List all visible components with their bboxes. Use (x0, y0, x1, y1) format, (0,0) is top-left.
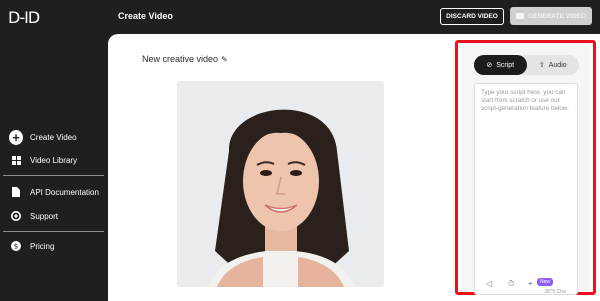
plus-circle-icon: + (9, 130, 23, 145)
tab-label: Audio (548, 61, 567, 69)
tab-label: Script (496, 61, 515, 69)
avatar-image[interactable] (177, 81, 384, 287)
video-title[interactable]: New creative video ✎ (142, 54, 228, 64)
script-panel: ⊘ Script ⇧ Audio Type your script here, … (462, 46, 590, 295)
sidebar-item-api-documentation[interactable]: API Documentation (9, 187, 99, 197)
magic-wand-icon[interactable]: ⌖ (528, 279, 533, 289)
pencil-icon[interactable]: ✎ (221, 55, 228, 64)
upload-icon: ⇧ (538, 62, 545, 69)
script-audio-tabs: ⊘ Script ⇧ Audio (474, 55, 579, 75)
sidebar-item-label: Support (30, 211, 59, 221)
sidebar-divider (3, 231, 104, 232)
discard-video-button[interactable]: DISCARD VIDEO (440, 8, 504, 25)
script-icon: ⊘ (486, 62, 493, 69)
sidebar-item-create-video[interactable]: + Create Video (9, 130, 77, 145)
generate-video-button[interactable]: GENERATE VIDEO (510, 7, 592, 25)
video-icon (516, 13, 525, 19)
voice-icon[interactable]: ◁ (486, 279, 492, 288)
dollar-icon: $ (9, 241, 23, 251)
document-icon (9, 187, 23, 197)
generate-video-label: GENERATE VIDEO (528, 12, 586, 20)
svg-text:$: $ (14, 243, 18, 251)
character-count: 3875 Cha (544, 289, 566, 295)
script-input[interactable]: Type your script here, you can start fro… (474, 83, 578, 295)
tab-script[interactable]: ⊘ Script (474, 55, 527, 75)
sidebar-item-label: Video Library (30, 156, 77, 165)
video-title-label: New creative video (142, 54, 219, 64)
sidebar-item-support[interactable]: Support (9, 211, 58, 221)
sidebar-item-label: Pricing (30, 241, 55, 251)
sidebar-item-pricing[interactable]: $ Pricing (9, 241, 54, 251)
pause-timer-icon[interactable]: ⏱ (508, 279, 514, 289)
app-logo[interactable]: D-ID (8, 8, 40, 27)
page-title: Create Video (118, 11, 173, 21)
tab-audio[interactable]: ⇧ Audio (527, 55, 580, 75)
sidebar-item-label: Create Video (30, 133, 77, 142)
grid-icon (9, 156, 23, 165)
sidebar-item-video-library[interactable]: Video Library (9, 156, 77, 165)
support-icon (9, 211, 23, 221)
sidebar: + Create Video Video Library API Documen… (0, 30, 108, 301)
new-badge: New (537, 278, 554, 286)
sidebar-item-label: API Documentation (30, 187, 99, 197)
sidebar-divider (3, 175, 104, 176)
